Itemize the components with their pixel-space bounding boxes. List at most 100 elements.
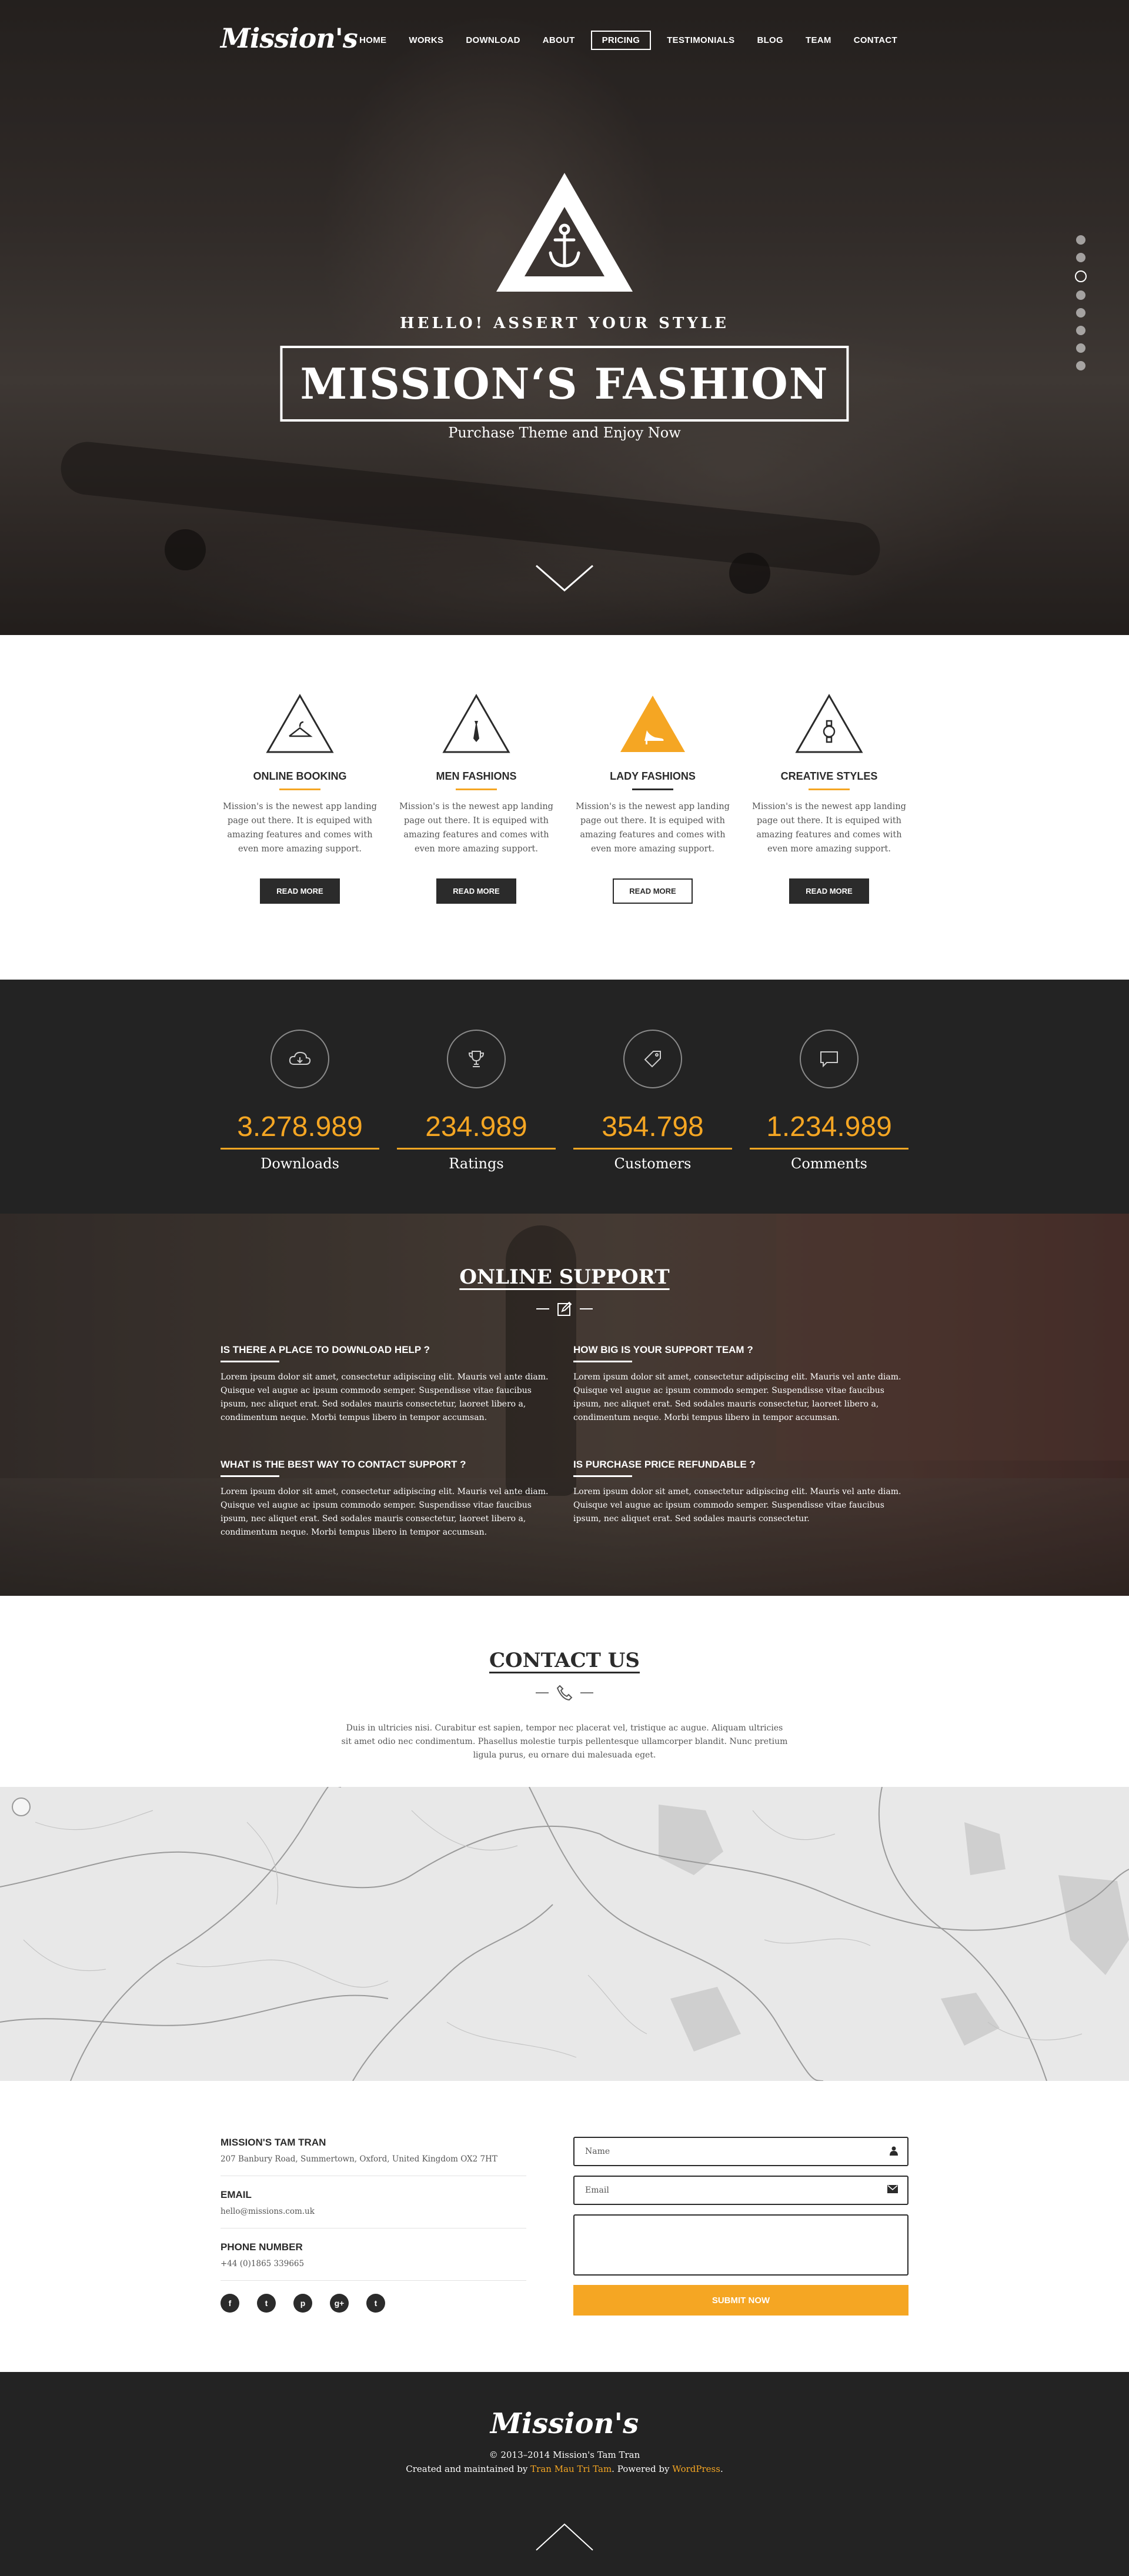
map-roads xyxy=(0,1787,1129,2081)
support-title: ONLINE SUPPORT xyxy=(459,1265,670,1289)
faq-answer: Lorem ipsum dolor sit amet, consectetur … xyxy=(221,1372,549,1422)
stat-icon-circle xyxy=(623,1030,682,1088)
footer-copyright: © 2013–2014 Mission's Tam Tran xyxy=(489,2450,640,2460)
cloud-download-icon xyxy=(289,1051,311,1065)
scroll-down-icon[interactable] xyxy=(535,563,594,593)
nav-item-team[interactable]: TEAM xyxy=(794,31,843,50)
phone-heading: PHONE NUMBER xyxy=(221,2241,303,2253)
stat-label: Ratings xyxy=(449,1155,504,1172)
hero-subtitle: Purchase Theme and Enjoy Now xyxy=(448,425,681,441)
back-to-top-icon[interactable] xyxy=(535,2522,594,2551)
map-pan-control[interactable] xyxy=(12,1797,31,1816)
feature-title: MEN FASHIONS xyxy=(436,770,517,782)
slider-dot[interactable] xyxy=(1076,361,1085,370)
stat-item: 234.989 Ratings xyxy=(397,1030,556,1172)
heel-icon xyxy=(620,696,685,752)
faq-item: WHAT IS THE BEST WAY TO CONTACT SUPPORT … xyxy=(221,1459,556,1539)
slider-dot-active[interactable] xyxy=(1075,270,1087,282)
faq-question: HOW BIG IS YOUR SUPPORT TEAM ? xyxy=(573,1344,753,1355)
trophy-icon xyxy=(468,1051,485,1067)
stat-item: 354.798 Customers xyxy=(573,1030,732,1172)
faq-item: IS THERE A PLACE TO DOWNLOAD HELP ? Lore… xyxy=(221,1344,556,1425)
pinterest-icon[interactable]: p xyxy=(293,2294,312,2313)
user-icon xyxy=(890,2146,898,2156)
watch-icon xyxy=(795,694,863,753)
nav-item-blog[interactable]: BLOG xyxy=(746,31,794,50)
phone-number: +44 (0)1865 339665 xyxy=(221,2259,526,2281)
contact-text: Duis in ultricies nisi. Curabitur est sa… xyxy=(341,1723,788,1760)
slider-dot[interactable] xyxy=(1076,308,1085,318)
nav-item-about[interactable]: ABOUT xyxy=(532,31,586,50)
feature-text: Mission's is the newest app landing page… xyxy=(752,802,906,854)
comment-icon xyxy=(820,1051,838,1068)
read-more-button[interactable]: READ MORE xyxy=(436,878,516,904)
author-link[interactable]: Tran Mau Tri Tam xyxy=(530,2464,612,2474)
map[interactable] xyxy=(0,1787,1129,2081)
slider-dot[interactable] xyxy=(1076,343,1085,353)
nav-item-contact[interactable]: CONTACT xyxy=(843,31,908,50)
nav-item-pricing[interactable]: PRICING xyxy=(590,31,652,50)
wordpress-link[interactable]: WordPress xyxy=(672,2464,720,2474)
social-links: f t p g+ t xyxy=(221,2294,526,2313)
nav-menu: HOME WORKS DOWNLOAD ABOUT PRICING TESTIM… xyxy=(348,31,908,50)
nav-item-download[interactable]: DOWNLOAD xyxy=(455,31,531,50)
faq-answer: Lorem ipsum dolor sit amet, consectetur … xyxy=(573,1487,901,1523)
submit-button[interactable]: SUBMIT NOW xyxy=(573,2285,908,2316)
nav-item-testimonials[interactable]: TESTIMONIALS xyxy=(656,31,746,50)
contact-section: CONTACT US Duis in ultricies nisi. Curab… xyxy=(0,1596,1129,1787)
edit-icon xyxy=(557,1301,572,1316)
email-field[interactable]: Email xyxy=(573,2176,908,2205)
stat-icon-circle xyxy=(270,1030,329,1088)
google-plus-icon[interactable]: g+ xyxy=(330,2294,349,2313)
contact-title: CONTACT US xyxy=(489,1649,640,1672)
tumblr-icon[interactable]: t xyxy=(366,2294,385,2313)
stat-label: Customers xyxy=(614,1155,692,1172)
footer-logo[interactable]: Mission's xyxy=(0,2407,1129,2440)
stats-section: 3.278.989 Downloads 234.989 Ratings 354.… xyxy=(0,980,1129,1214)
faq-question: WHAT IS THE BEST WAY TO CONTACT SUPPORT … xyxy=(221,1459,466,1470)
nav-item-home[interactable]: HOME xyxy=(348,31,398,50)
feature-card: CREATIVE STYLES Mission's is the newest … xyxy=(750,694,908,904)
anchor-triangle-icon xyxy=(496,173,633,292)
twitter-icon[interactable]: t xyxy=(257,2294,276,2313)
feature-card: MEN FASHIONS Mission's is the newest app… xyxy=(397,694,556,904)
faq-item: IS PURCHASE PRICE REFUNDABLE ? Lorem ips… xyxy=(573,1459,908,1539)
message-textarea[interactable] xyxy=(573,2214,908,2276)
envelope-icon xyxy=(887,2185,898,2193)
slider-dot[interactable] xyxy=(1076,326,1085,335)
email-placeholder: Email xyxy=(585,2186,609,2195)
stat-icon-circle xyxy=(800,1030,859,1088)
read-more-button[interactable]: READ MORE xyxy=(789,878,869,904)
facebook-icon[interactable]: f xyxy=(221,2294,239,2313)
nav-item-works[interactable]: WORKS xyxy=(398,31,455,50)
email-address[interactable]: hello@missions.com.uk xyxy=(221,2207,526,2228)
slider-dot[interactable] xyxy=(1076,253,1085,262)
feature-text: Mission's is the newest app landing page… xyxy=(576,802,730,854)
feature-title: LADY FASHIONS xyxy=(610,770,696,782)
slider-dot[interactable] xyxy=(1076,235,1085,245)
feature-text: Mission's is the newest app landing page… xyxy=(223,802,377,854)
contact-form: Name Email SUBMIT NOW xyxy=(573,2137,908,2316)
site-logo[interactable]: Mission's xyxy=(221,22,358,54)
faq-item: HOW BIG IS YOUR SUPPORT TEAM ? Lorem ips… xyxy=(573,1344,908,1425)
faq-list: IS THERE A PLACE TO DOWNLOAD HELP ? Lore… xyxy=(221,1344,908,1573)
main-nav: Mission's HOME WORKS DOWNLOAD ABOUT PRIC… xyxy=(0,0,1129,82)
stat-item: 1.234.989 Comments xyxy=(750,1030,908,1172)
company-address: 207 Banbury Road, Summertown, Oxford, Un… xyxy=(221,2154,526,2176)
feature-text: Mission's is the newest app landing page… xyxy=(399,802,553,854)
faq-answer: Lorem ipsum dolor sit amet, consectetur … xyxy=(573,1372,901,1422)
stat-value: 3.278.989 xyxy=(221,1111,379,1150)
feature-underline xyxy=(279,788,320,790)
faq-question: IS THERE A PLACE TO DOWNLOAD HELP ? xyxy=(221,1344,430,1355)
stat-value: 234.989 xyxy=(397,1111,556,1150)
email-heading: EMAIL xyxy=(221,2189,252,2200)
contact-info-section: MISSION'S TAM TRAN 207 Banbury Road, Sum… xyxy=(0,2081,1129,2372)
feature-title: ONLINE BOOKING xyxy=(253,770,347,782)
read-more-button[interactable]: READ MORE xyxy=(613,878,693,904)
tag-icon xyxy=(644,1051,661,1068)
slider-dot[interactable] xyxy=(1076,290,1085,300)
read-more-button[interactable]: READ MORE xyxy=(260,878,340,904)
name-field[interactable]: Name xyxy=(573,2137,908,2166)
company-heading: MISSION'S TAM TRAN xyxy=(221,2137,326,2148)
stat-value: 1.234.989 xyxy=(750,1111,908,1150)
